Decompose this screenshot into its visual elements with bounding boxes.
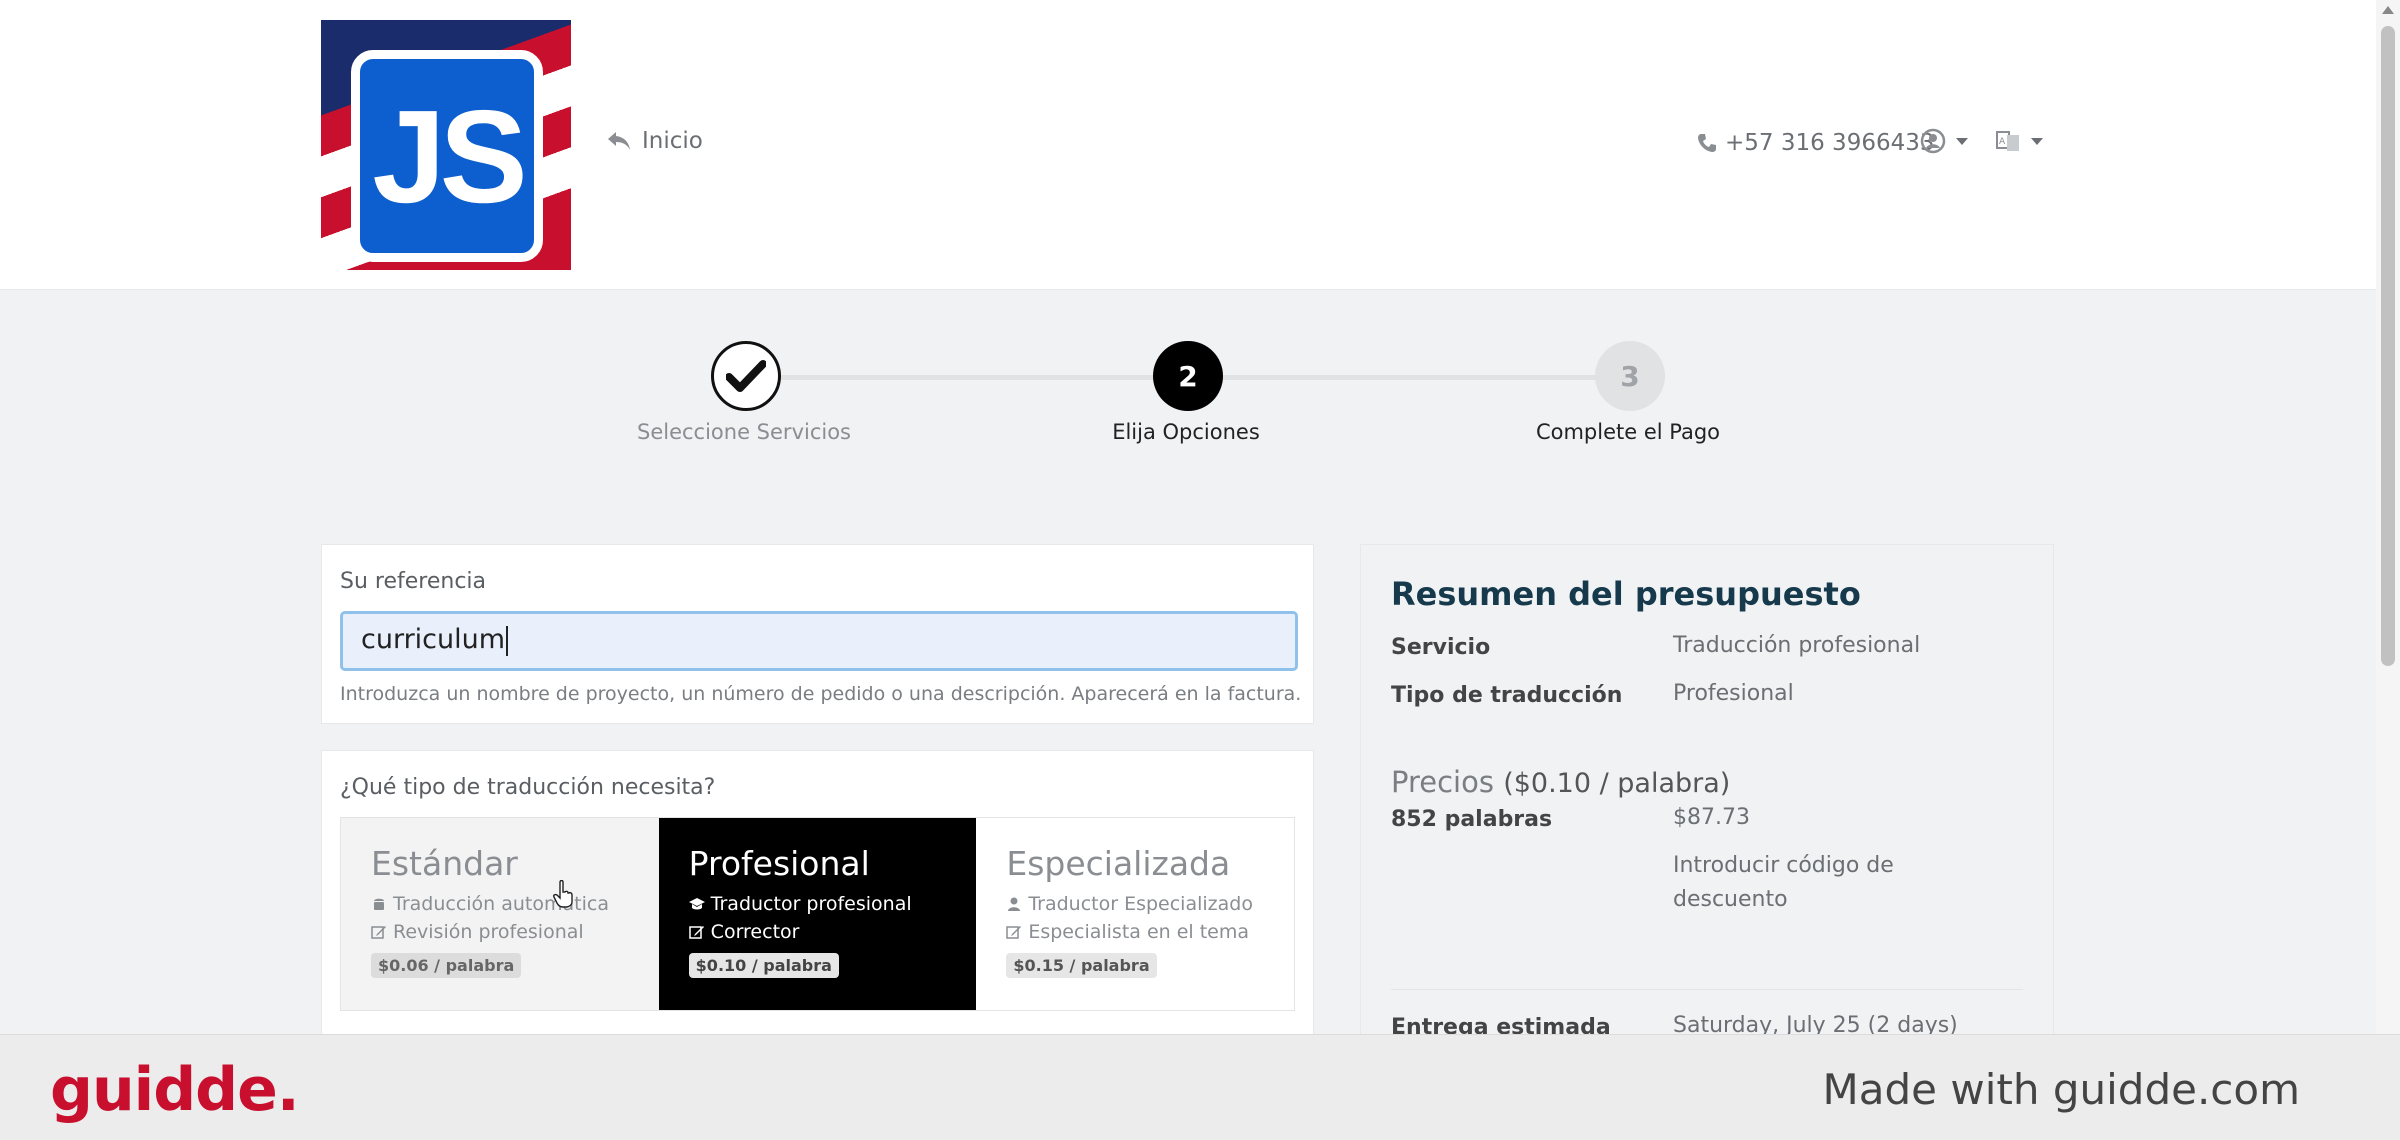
phone-number[interactable]: +57 316 3966433 bbox=[1697, 130, 1935, 156]
option-feature-text: Traductor Especializado bbox=[1028, 893, 1253, 915]
language-icon: A bbox=[1996, 131, 2019, 151]
summary-title: Resumen del presupuesto bbox=[1391, 575, 1861, 613]
summary-value: Profesional bbox=[1673, 681, 1794, 706]
step-1-done-circle bbox=[711, 341, 781, 411]
guidde-logo: guidde. bbox=[50, 1055, 300, 1125]
user-dropdown[interactable] bbox=[1920, 128, 1968, 154]
option-feature: Especialista en el tema bbox=[1006, 921, 1264, 943]
android-icon bbox=[374, 898, 384, 910]
made-with-text: Made with guidde.com bbox=[1822, 1065, 2300, 1114]
home-link[interactable]: Inicio bbox=[606, 128, 703, 154]
step-1-label: Seleccione Servicios bbox=[637, 420, 851, 444]
option-profesional[interactable]: Profesional Traductor profesional Correc… bbox=[658, 818, 977, 1010]
scrollbar-thumb[interactable] bbox=[2381, 26, 2395, 666]
step-3-circle: 3 bbox=[1595, 341, 1665, 411]
option-title: Profesional bbox=[688, 844, 870, 883]
option-feature: Traductor Especializado bbox=[1006, 893, 1264, 915]
option-feature: Traducción automática bbox=[371, 893, 629, 915]
option-price-badge: $0.06 / palabra bbox=[371, 953, 522, 978]
reference-label: Su referencia bbox=[340, 569, 487, 594]
logo-mark: JS bbox=[351, 50, 543, 262]
home-label: Inicio bbox=[642, 128, 703, 154]
discount-code-link[interactable]: Introducir código de descuento bbox=[1673, 849, 1973, 917]
translation-type-card: ¿Qué tipo de traducción necesita? Estánd… bbox=[321, 750, 1314, 1040]
option-title: Estándar bbox=[371, 844, 518, 883]
phone-text: +57 316 3966433 bbox=[1725, 130, 1935, 156]
prices-rate: ($0.10 / palabra) bbox=[1503, 768, 1731, 799]
text-caret bbox=[506, 625, 509, 656]
option-feature-text: Corrector bbox=[710, 921, 800, 943]
option-price-badge: $0.10 / palabra bbox=[688, 953, 839, 978]
reply-arrow-icon bbox=[608, 132, 630, 150]
option-especializada[interactable]: Especializada Traductor Especializado Es… bbox=[976, 818, 1295, 1010]
step-2-label: Elija Opciones bbox=[1112, 420, 1260, 444]
quote-summary-card: Resumen del presupuesto Servicio Traducc… bbox=[1360, 544, 2054, 1040]
reference-value: curriculum bbox=[361, 624, 506, 655]
option-feature: Corrector bbox=[688, 921, 947, 943]
translation-type-options: Estándar Traducción automática Revisión … bbox=[340, 817, 1295, 1011]
svg-text:A: A bbox=[1999, 137, 2006, 147]
option-feature-text: Traducción automática bbox=[393, 893, 609, 915]
summary-key: Tipo de traducción bbox=[1391, 683, 1623, 708]
summary-key: Servicio bbox=[1391, 635, 1491, 660]
edit-icon bbox=[1006, 926, 1022, 939]
site-header: JS Inicio +57 316 3966433 A bbox=[0, 0, 2376, 290]
page-scrollbar[interactable] bbox=[2376, 0, 2400, 1140]
company-logo[interactable]: JS bbox=[321, 20, 571, 270]
prices-heading: Precios ($0.10 / palabra) bbox=[1391, 765, 1730, 799]
scroll-up-icon[interactable] bbox=[2382, 6, 2394, 14]
pointer-cursor-icon bbox=[553, 880, 573, 908]
guidde-footer: guidde. Made with guidde.com bbox=[0, 1034, 2400, 1140]
step-connector bbox=[780, 375, 1180, 380]
option-price-badge: $0.15 / palabra bbox=[1006, 953, 1157, 978]
step-2-circle: 2 bbox=[1153, 341, 1223, 411]
chevron-down-icon bbox=[1956, 137, 1968, 145]
reference-help: Introduzca un nombre de proyecto, un núm… bbox=[340, 683, 1302, 705]
translation-type-question: ¿Qué tipo de traducción necesita? bbox=[340, 775, 716, 800]
user-tie-icon bbox=[1008, 897, 1021, 911]
summary-value: Traducción profesional bbox=[1673, 633, 1921, 658]
checkmark-icon bbox=[726, 360, 766, 392]
edit-icon bbox=[371, 926, 386, 939]
edit-icon bbox=[688, 926, 704, 939]
option-feature-text: Revisión profesional bbox=[393, 921, 584, 943]
option-feature: Revisión profesional bbox=[371, 921, 629, 943]
prices-label: Precios bbox=[1391, 765, 1494, 799]
user-circle-icon bbox=[1920, 128, 1946, 154]
option-feature-text: Especialista en el tema bbox=[1028, 921, 1250, 943]
reference-card: Su referencia curriculum Introduzca un n… bbox=[321, 544, 1314, 724]
reference-input[interactable]: curriculum bbox=[340, 611, 1298, 671]
option-estandar[interactable]: Estándar Traducción automática Revisión … bbox=[341, 818, 659, 1010]
graduation-cap-icon bbox=[688, 898, 705, 910]
summary-value: $87.73 bbox=[1673, 805, 1750, 830]
option-feature-text: Traductor profesional bbox=[710, 893, 912, 915]
step-connector bbox=[1222, 375, 1632, 380]
step-3-label: Complete el Pago bbox=[1535, 420, 1721, 444]
chevron-down-icon bbox=[2031, 137, 2043, 145]
option-title: Especializada bbox=[1006, 844, 1231, 883]
phone-icon bbox=[1698, 134, 1716, 152]
language-dropdown[interactable]: A bbox=[1995, 128, 2043, 154]
summary-divider bbox=[1391, 989, 2023, 990]
summary-key: 852 palabras bbox=[1391, 807, 1553, 832]
option-feature: Traductor profesional bbox=[688, 893, 947, 915]
